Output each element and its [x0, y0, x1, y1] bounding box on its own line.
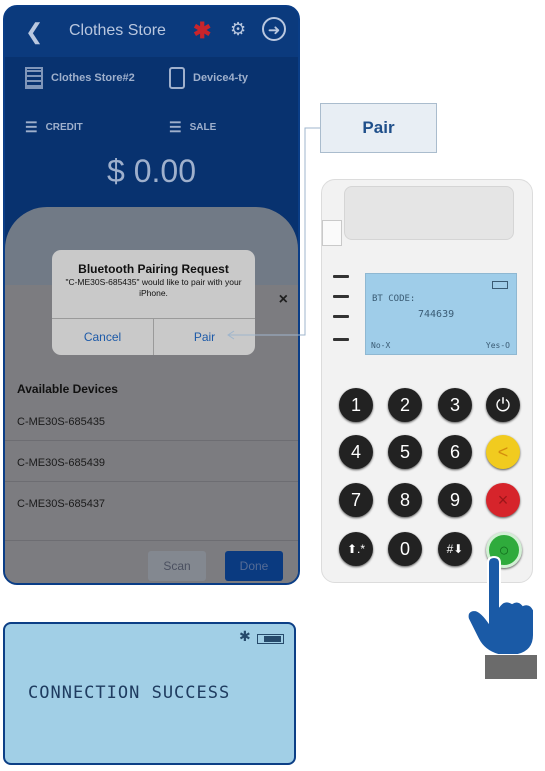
battery-icon: [257, 634, 284, 644]
key-1[interactable]: 1: [339, 388, 373, 422]
key-3[interactable]: 3: [438, 388, 472, 422]
side-port: [322, 220, 342, 246]
key-4[interactable]: 4: [339, 435, 373, 469]
key-5[interactable]: 5: [388, 435, 422, 469]
no-hint: No-X: [371, 341, 391, 350]
bt-code-value: 744639: [418, 309, 455, 320]
cancel-key[interactable]: ×: [486, 483, 520, 517]
key-8[interactable]: 8: [388, 483, 422, 517]
card-reader: BT CODE: 744639 No-X Yes-O 1 2 3 ⏻ 4 5 6…: [321, 179, 533, 583]
menu-key[interactable]: [333, 338, 349, 341]
card-slot: [344, 186, 514, 240]
hand-cuff: [485, 655, 537, 679]
backspace-key[interactable]: <: [486, 435, 520, 469]
battery-icon: [492, 281, 508, 289]
menu-key[interactable]: [333, 275, 349, 278]
menu-key[interactable]: [333, 315, 349, 318]
menu-key[interactable]: [333, 295, 349, 298]
key-9[interactable]: 9: [438, 483, 472, 517]
key-0[interactable]: 0: [388, 532, 422, 566]
key-6[interactable]: 6: [438, 435, 472, 469]
power-icon[interactable]: ⏻: [486, 388, 520, 422]
key-2[interactable]: 2: [388, 388, 422, 422]
key-star[interactable]: ⬆.*: [339, 532, 373, 566]
success-message: CONNECTION SUCCESS: [28, 683, 231, 703]
pointing-hand-icon: [466, 555, 535, 656]
pair-callout: Pair: [320, 103, 437, 153]
bluetooth-icon: ✱: [239, 628, 251, 644]
reader-lcd: BT CODE: 744639 No-X Yes-O: [365, 273, 517, 355]
yes-hint: Yes-O: [485, 341, 510, 350]
connection-success-lcd: ✱ CONNECTION SUCCESS: [3, 622, 296, 765]
bt-code-label: BT CODE:: [372, 294, 416, 304]
key-7[interactable]: 7: [339, 483, 373, 517]
